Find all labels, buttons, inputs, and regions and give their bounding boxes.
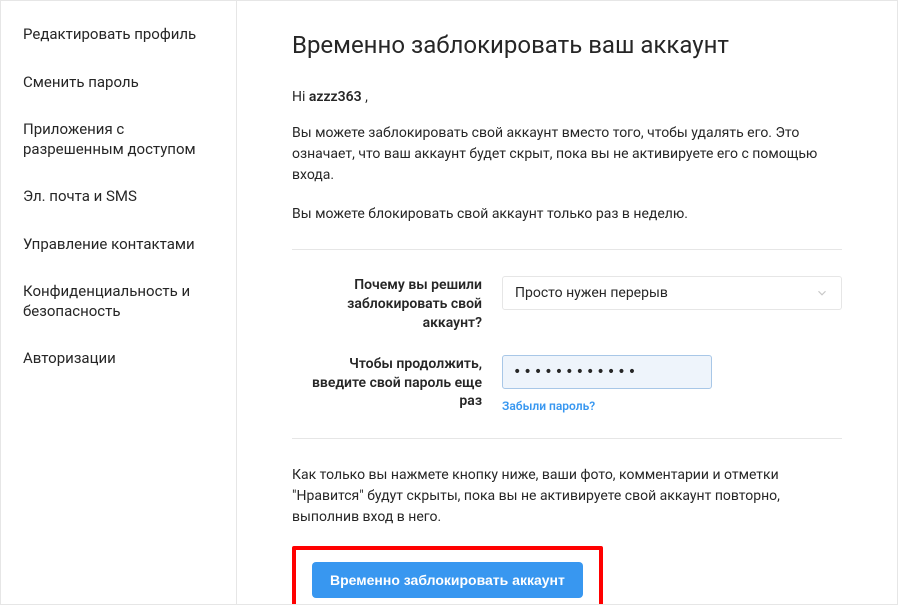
sidebar-item-label: Приложения с разрешенным доступом <box>23 120 196 158</box>
password-row: Чтобы продолжить, введите свой пароль ещ… <box>292 355 842 414</box>
reason-row: Почему вы решили заблокировать свой акка… <box>292 276 842 333</box>
sidebar-item-change-password[interactable]: Сменить пароль <box>1 59 236 107</box>
greeting-suffix: , <box>362 89 368 105</box>
highlight-annotation: Временно заблокировать аккаунт <box>292 546 603 604</box>
main-content: Временно заблокировать ваш аккаунт Hi az… <box>237 1 897 604</box>
reason-label: Почему вы решили заблокировать свой акка… <box>292 276 502 333</box>
greeting-prefix: Hi <box>292 89 309 105</box>
sidebar-item-edit-profile[interactable]: Редактировать профиль <box>1 11 236 59</box>
sidebar-item-label: Авторизации <box>23 349 116 367</box>
warning-paragraph: Как только вы нажмете кнопку ниже, ваши … <box>292 465 842 528</box>
sidebar-item-login-activity[interactable]: Авторизации <box>1 335 236 383</box>
password-value: •••••••••••• <box>513 364 638 380</box>
info-paragraph-1: Вы можете заблокировать свой аккаунт вме… <box>292 123 842 186</box>
disable-account-button[interactable]: Временно заблокировать аккаунт <box>312 562 583 598</box>
sidebar-item-label: Сменить пароль <box>23 73 139 91</box>
sidebar-item-privacy-security[interactable]: Конфиденциальность и безопасность <box>1 268 236 335</box>
chevron-down-icon <box>815 286 829 300</box>
reason-select[interactable]: Просто нужен перерыв <box>502 276 842 310</box>
info-paragraph-2: Вы можете блокировать свой аккаунт тольк… <box>292 204 842 225</box>
reason-value: Просто нужен перерыв <box>515 285 668 301</box>
settings-sidebar: Редактировать профиль Сменить пароль При… <box>1 1 237 604</box>
sidebar-item-manage-contacts[interactable]: Управление контактами <box>1 221 236 269</box>
sidebar-item-label: Эл. почта и SMS <box>23 187 137 205</box>
sidebar-item-label: Конфиденциальность и безопасность <box>23 282 190 320</box>
divider <box>292 249 842 250</box>
password-input[interactable]: •••••••••••• <box>502 355 712 389</box>
password-label: Чтобы продолжить, введите свой пароль ещ… <box>292 355 502 414</box>
sidebar-item-label: Редактировать профиль <box>23 25 196 43</box>
greeting: Hi azzz363 , <box>292 89 842 105</box>
username: azzz363 <box>309 89 362 105</box>
divider <box>292 438 842 439</box>
sidebar-item-label: Управление контактами <box>23 235 195 253</box>
page-title: Временно заблокировать ваш аккаунт <box>292 31 842 59</box>
sidebar-item-email-sms[interactable]: Эл. почта и SMS <box>1 173 236 221</box>
forgot-password-link[interactable]: Забыли пароль? <box>502 399 595 413</box>
sidebar-item-authorized-apps[interactable]: Приложения с разрешенным доступом <box>1 106 236 173</box>
